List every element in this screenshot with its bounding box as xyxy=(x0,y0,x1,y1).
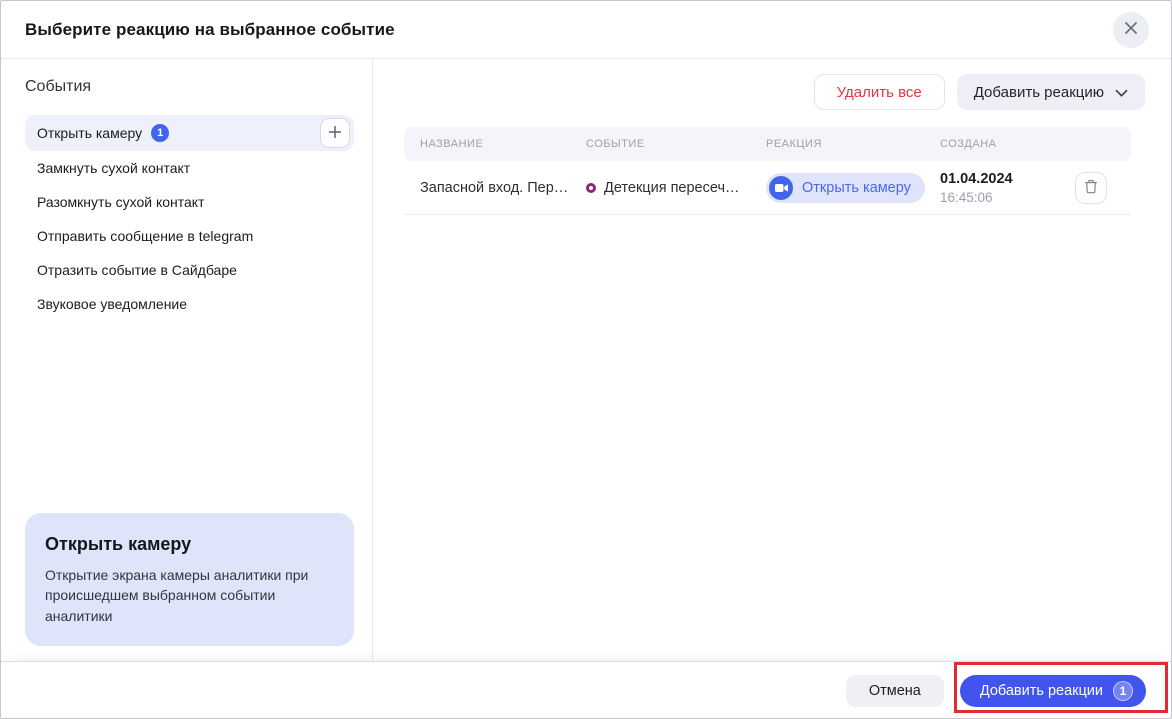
sidebar-item-send-telegram[interactable]: Отправить сообщение в telegram xyxy=(25,219,354,253)
cell-event: Детекция пересеч… xyxy=(586,180,766,196)
add-reaction-plus-button[interactable] xyxy=(320,118,350,148)
chevron-down-icon xyxy=(1115,84,1128,101)
submit-button[interactable]: Добавить реакции 1 xyxy=(959,675,1146,707)
reaction-pill: Открыть камеру xyxy=(766,172,925,203)
cancel-button[interactable]: Отмена xyxy=(845,675,944,707)
dialog-header: Выберите реакцию на выбранное событие xyxy=(1,1,1171,59)
camera-icon xyxy=(769,175,793,200)
close-icon xyxy=(1124,21,1138,38)
dialog-footer: Отмена Добавить реакции 1 xyxy=(1,661,1171,718)
created-date: 01.04.2024 xyxy=(940,170,1013,187)
sidebar-item-label: Звуковое уведомление xyxy=(37,296,188,312)
reaction-count-badge: 1 xyxy=(151,124,170,142)
sidebar-item-label: Замкнуть сухой контакт xyxy=(37,160,191,176)
created-time: 16:45:06 xyxy=(940,189,993,205)
table-header: НАЗВАНИЕ СОБЫТИЕ РЕАКЦИЯ СОЗДАНА xyxy=(404,127,1131,161)
sidebar-header: События xyxy=(25,78,92,95)
sidebar-item-label: Открыть камеру xyxy=(37,125,143,141)
cell-actions xyxy=(1075,171,1131,204)
cell-event-label: Детекция пересеч… xyxy=(604,179,740,196)
sidebar-item-open-dry-contact[interactable]: Разомкнуть сухой контакт xyxy=(25,185,354,219)
cell-created: 01.04.2024 16:45:06 xyxy=(940,171,1075,205)
sidebar-item-label: Отразить событие в Сайдбаре xyxy=(37,262,237,278)
cell-reaction: Открыть камеру xyxy=(766,172,940,203)
column-header-name: НАЗВАНИЕ xyxy=(420,138,484,150)
add-reaction-label: Добавить реакцию xyxy=(973,83,1104,101)
dialog-body: События Открыть камеру 1 Замкнуть сухой … xyxy=(1,59,1171,661)
submit-count-badge: 1 xyxy=(1113,681,1133,701)
sidebar-item-label: Отправить сообщение в telegram xyxy=(37,228,254,244)
sidebar-item-show-in-sidebar[interactable]: Отразить событие в Сайдбаре xyxy=(25,253,354,287)
reaction-dialog: Выберите реакцию на выбранное событие Со… xyxy=(0,0,1172,719)
delete-all-button[interactable]: Удалить все xyxy=(813,74,945,110)
column-header-event: СОБЫТИЕ xyxy=(586,138,645,150)
trash-icon xyxy=(1084,179,1098,197)
sidebar-item-sound-notification[interactable]: Звуковое уведомление xyxy=(25,287,354,321)
reactions-toolbar: Удалить все Добавить реакцию xyxy=(404,74,1145,110)
reactions-table: НАЗВАНИЕ СОБЫТИЕ РЕАКЦИЯ СОЗДАНА Запасно… xyxy=(404,127,1131,215)
event-type-icon xyxy=(586,182,596,193)
column-header-created: СОЗДАНА xyxy=(940,138,997,150)
add-reaction-dropdown[interactable]: Добавить реакцию xyxy=(956,74,1145,110)
reactions-panel: Удалить все Добавить реакцию НАЗВАНИЕ СО… xyxy=(373,59,1171,661)
delete-row-button[interactable] xyxy=(1075,171,1107,204)
table-row: Запасной вход. Пере… Детекция пересеч… О… xyxy=(404,161,1131,215)
dialog-title: Выберите реакцию на выбранное событие xyxy=(25,19,395,39)
plus-icon xyxy=(328,125,342,142)
sidebar-item-close-dry-contact[interactable]: Замкнуть сухой контакт xyxy=(25,151,354,185)
column-header-reaction: РЕАКЦИЯ xyxy=(766,138,822,150)
event-info-card: Открыть камеру Открытие экрана камеры ан… xyxy=(25,513,354,646)
sidebar-item-open-camera[interactable]: Открыть камеру 1 xyxy=(25,115,354,151)
info-card-description: Открытие экрана камеры аналитики при про… xyxy=(45,567,309,624)
cell-name: Запасной вход. Пере… xyxy=(420,179,577,196)
events-sidebar: События Открыть камеру 1 Замкнуть сухой … xyxy=(1,59,373,661)
info-card-title: Открыть камеру xyxy=(45,534,192,555)
reaction-pill-label: Открыть камеру xyxy=(802,179,911,196)
sidebar-item-label: Разомкнуть сухой контакт xyxy=(37,194,205,210)
submit-label: Добавить реакции xyxy=(979,683,1103,699)
close-button[interactable] xyxy=(1113,11,1149,48)
